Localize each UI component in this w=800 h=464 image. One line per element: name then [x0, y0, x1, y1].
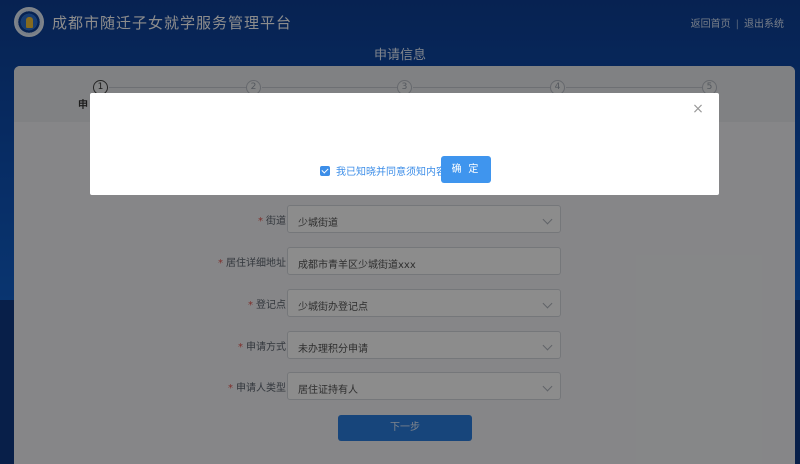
agree-checkbox[interactable] — [320, 165, 330, 176]
agree-label[interactable]: 我已知晓并同意须知内容 — [336, 163, 446, 178]
agreement-dialog: × 我已知晓并同意须知内容 确 定 — [90, 93, 719, 195]
close-icon[interactable]: × — [691, 102, 705, 116]
confirm-button[interactable]: 确 定 — [441, 156, 491, 183]
agree-checkbox-group[interactable]: 我已知晓并同意须知内容 — [320, 163, 446, 178]
modal-overlay[interactable] — [0, 0, 800, 464]
